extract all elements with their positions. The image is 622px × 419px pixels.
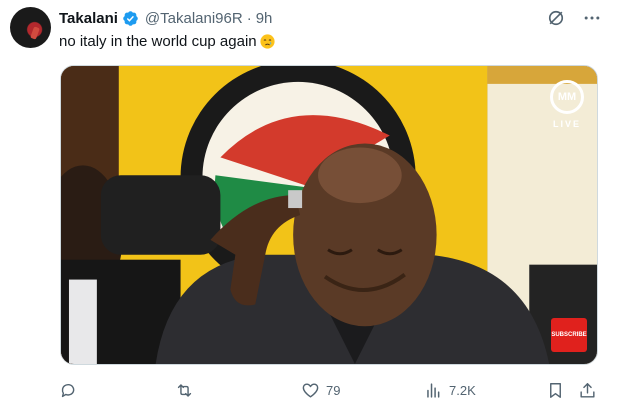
author-name[interactable]: Takalani — [59, 10, 118, 27]
bookmark-icon — [550, 382, 561, 398]
tweet-media-image[interactable]: MM LIVE SUBSCRIBE — [60, 65, 598, 365]
like-button[interactable]: 79 — [301, 378, 340, 402]
verified-badge-icon — [123, 10, 138, 26]
header-actions — [546, 8, 602, 28]
retweet-icon — [177, 383, 192, 397]
heart-icon — [302, 382, 319, 398]
share-button[interactable] — [578, 378, 597, 402]
like-count: 79 — [326, 382, 341, 398]
views-button[interactable]: 7.2K — [424, 378, 476, 402]
more-icon[interactable] — [582, 8, 602, 28]
tweet-text: no italy in the world cup again — [59, 33, 276, 50]
tweet-header: Takalani @Takalani96R · 9h — [59, 8, 272, 28]
tweet-text-content: no italy in the world cup again — [59, 33, 257, 50]
share-icon — [580, 382, 595, 398]
tweet-actions-bar: 79 7.2K — [52, 378, 602, 402]
reply-icon — [61, 383, 75, 397]
separator-dot: · — [246, 9, 252, 27]
watermark-logo-mark: MM — [550, 80, 584, 114]
analytics-icon — [427, 382, 440, 398]
retweet-button[interactable] — [175, 378, 194, 402]
author-handle[interactable]: @Takalani96R — [145, 10, 243, 27]
watermark-live-text: LIVE — [552, 119, 581, 129]
tweet-card[interactable]: Takalani @Takalani96R · 9h no italy in t… — [0, 0, 622, 419]
avatar[interactable] — [10, 7, 51, 48]
bookmark-button[interactable] — [546, 378, 565, 402]
subscribe-badge: SUBSCRIBE — [551, 318, 587, 352]
press-conference-photo — [61, 66, 597, 364]
grok-icon[interactable] — [546, 8, 566, 28]
crying-face-emoji — [260, 34, 275, 49]
views-count: 7.2K — [449, 382, 476, 398]
watermark-logo: MM LIVE — [547, 80, 587, 129]
reply-button[interactable] — [59, 378, 78, 402]
timestamp[interactable]: 9h — [256, 10, 273, 27]
